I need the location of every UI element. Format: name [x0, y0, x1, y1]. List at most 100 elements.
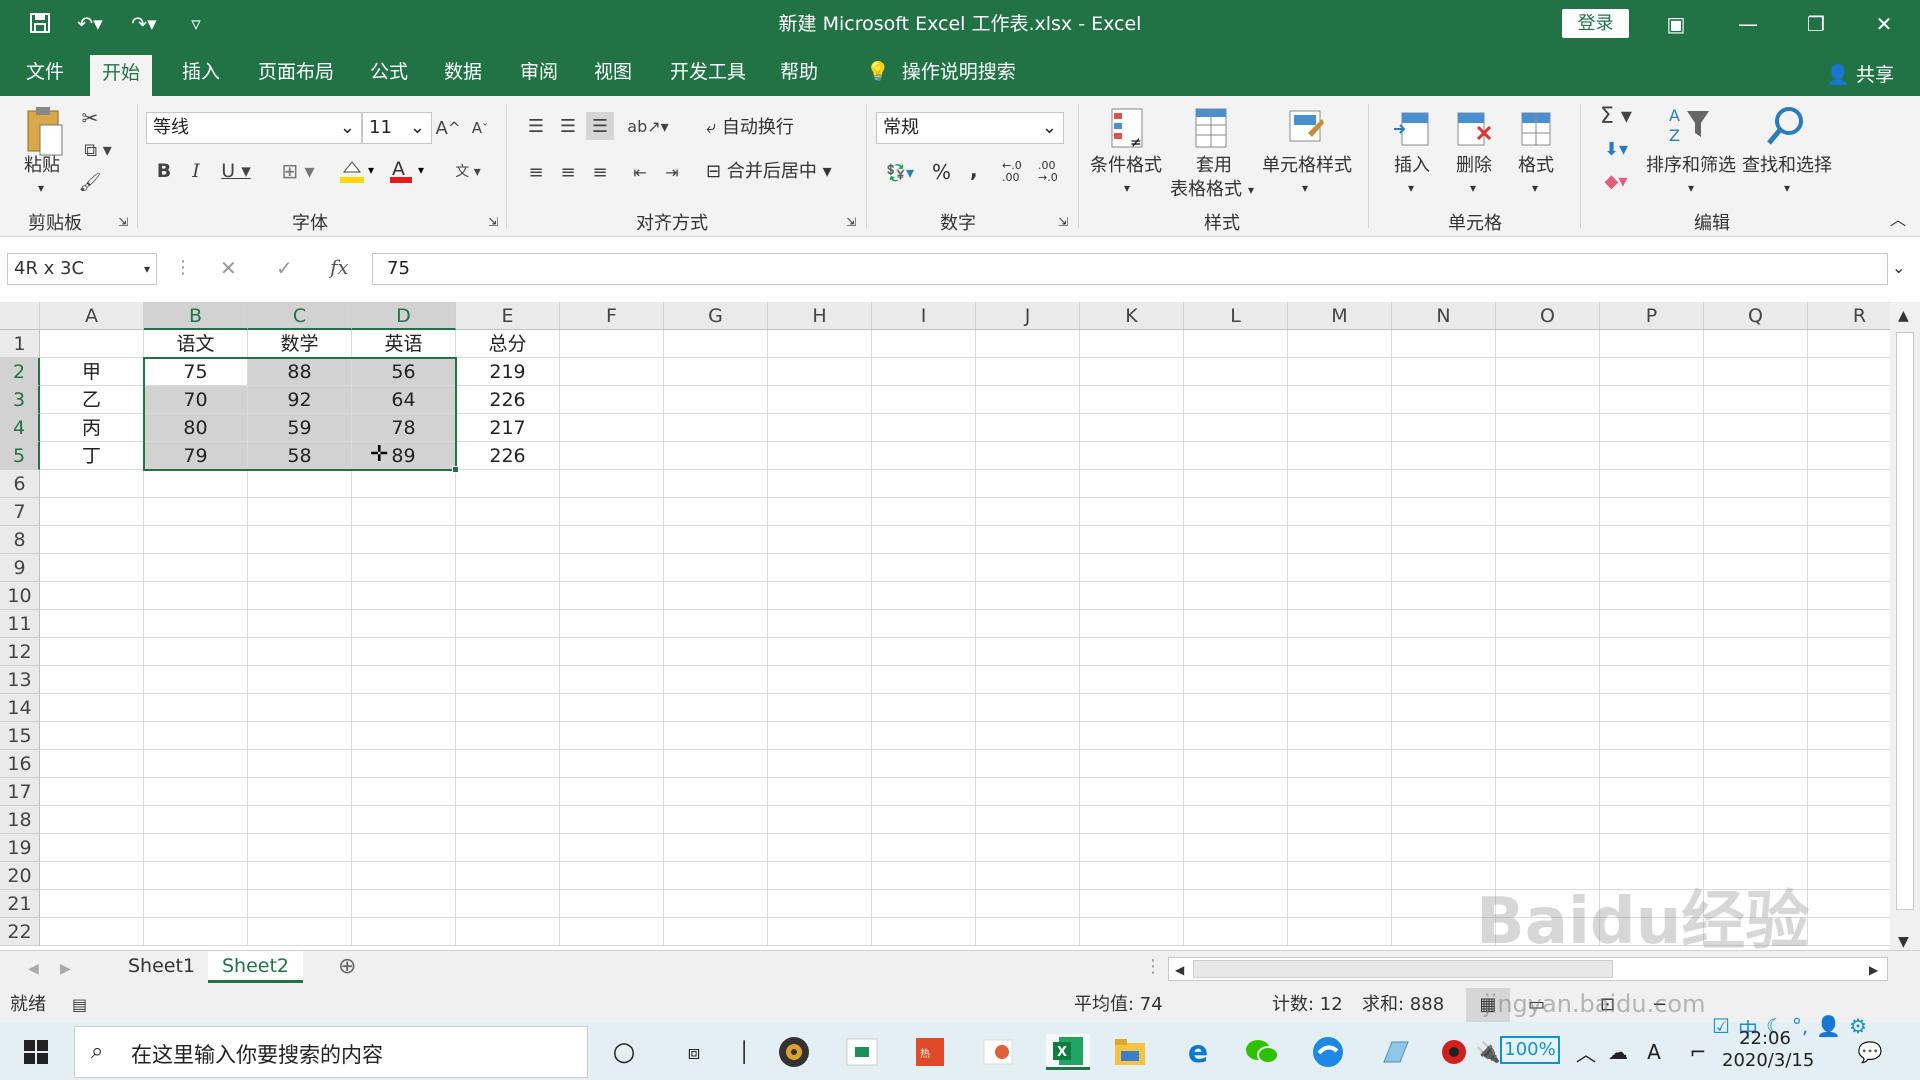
- cell-o19[interactable]: [1496, 834, 1600, 862]
- italic-icon[interactable]: I: [184, 158, 208, 184]
- autosum-icon[interactable]: Σ ▾: [1596, 102, 1636, 130]
- app-icon-red[interactable]: 热: [912, 1034, 948, 1070]
- music-player-icon[interactable]: [776, 1034, 812, 1070]
- cell-a19[interactable]: [40, 834, 144, 862]
- tell-me-search[interactable]: 💡 操作说明搜索: [854, 59, 1028, 96]
- cell-j10[interactable]: [976, 582, 1080, 610]
- cell-i5[interactable]: [872, 442, 976, 470]
- cell-k18[interactable]: [1080, 806, 1184, 834]
- cell-j13[interactable]: [976, 666, 1080, 694]
- cell-q2[interactable]: [1704, 358, 1808, 386]
- cell-i12[interactable]: [872, 638, 976, 666]
- cell-k19[interactable]: [1080, 834, 1184, 862]
- cell-g14[interactable]: [664, 694, 768, 722]
- row-header-16[interactable]: 16: [0, 750, 40, 778]
- login-button[interactable]: 登录: [1562, 9, 1629, 38]
- cell-h17[interactable]: [768, 778, 872, 806]
- row-header-6[interactable]: 6: [0, 470, 40, 498]
- cell-q7[interactable]: [1704, 498, 1808, 526]
- cell-p15[interactable]: [1600, 722, 1704, 750]
- cell-a7[interactable]: [40, 498, 144, 526]
- number-launcher-icon[interactable]: ⇲: [1058, 210, 1068, 234]
- cell-l14[interactable]: [1184, 694, 1288, 722]
- cell-h3[interactable]: [768, 386, 872, 414]
- cell-p8[interactable]: [1600, 526, 1704, 554]
- cell-d14[interactable]: [352, 694, 456, 722]
- accounting-format-icon[interactable]: 💱▾: [878, 158, 922, 186]
- select-all-corner[interactable]: [0, 302, 40, 330]
- cell-l6[interactable]: [1184, 470, 1288, 498]
- cell-h6[interactable]: [768, 470, 872, 498]
- cell-l10[interactable]: [1184, 582, 1288, 610]
- cell-p17[interactable]: [1600, 778, 1704, 806]
- cell-m1[interactable]: [1288, 330, 1392, 358]
- cell-g20[interactable]: [664, 862, 768, 890]
- cell-i10[interactable]: [872, 582, 976, 610]
- cell-i1[interactable]: [872, 330, 976, 358]
- decrease-decimal-button[interactable]: .00 →.0: [1038, 160, 1068, 184]
- cell-f7[interactable]: [560, 498, 664, 526]
- clear-icon[interactable]: ◆▾: [1596, 168, 1636, 194]
- cell-a1[interactable]: [40, 330, 144, 358]
- cell-e5[interactable]: 226: [456, 442, 560, 470]
- align-right-icon[interactable]: ≡: [586, 158, 614, 186]
- cell-l20[interactable]: [1184, 862, 1288, 890]
- cell-j1[interactable]: [976, 330, 1080, 358]
- cell-e10[interactable]: [456, 582, 560, 610]
- chevron-down-icon[interactable]: ▾: [1124, 176, 1130, 200]
- align-top-icon[interactable]: ☰: [522, 112, 550, 140]
- cell-p11[interactable]: [1600, 610, 1704, 638]
- row-header-15[interactable]: 15: [0, 722, 40, 750]
- app-icon-blue[interactable]: [1378, 1034, 1414, 1070]
- cell-a10[interactable]: [40, 582, 144, 610]
- cell-k15[interactable]: [1080, 722, 1184, 750]
- cell-c1[interactable]: 数学: [248, 330, 352, 358]
- cell-i16[interactable]: [872, 750, 976, 778]
- horizontal-scroll-thumb[interactable]: [1193, 960, 1613, 978]
- cell-b11[interactable]: [144, 610, 248, 638]
- cell-n17[interactable]: [1392, 778, 1496, 806]
- cell-p1[interactable]: [1600, 330, 1704, 358]
- cell-e20[interactable]: [456, 862, 560, 890]
- cell-n13[interactable]: [1392, 666, 1496, 694]
- paste-dropdown-icon[interactable]: ▾: [38, 176, 44, 200]
- cell-d17[interactable]: [352, 778, 456, 806]
- cell-j19[interactable]: [976, 834, 1080, 862]
- format-as-table-label-2[interactable]: 表格格式: [1170, 178, 1242, 202]
- cell-f15[interactable]: [560, 722, 664, 750]
- cell-p12[interactable]: [1600, 638, 1704, 666]
- cell-k3[interactable]: [1080, 386, 1184, 414]
- cell-o2[interactable]: [1496, 358, 1600, 386]
- copy-icon[interactable]: ⧉ ▾: [78, 138, 118, 162]
- cell-c21[interactable]: [248, 890, 352, 918]
- cell-k10[interactable]: [1080, 582, 1184, 610]
- cell-h19[interactable]: [768, 834, 872, 862]
- cell-c3[interactable]: 92: [248, 386, 352, 414]
- cell-n9[interactable]: [1392, 554, 1496, 582]
- cell-c8[interactable]: [248, 526, 352, 554]
- cell-b7[interactable]: [144, 498, 248, 526]
- cell-k6[interactable]: [1080, 470, 1184, 498]
- cell-g18[interactable]: [664, 806, 768, 834]
- cell-g2[interactable]: [664, 358, 768, 386]
- cell-m3[interactable]: [1288, 386, 1392, 414]
- row-header-20[interactable]: 20: [0, 862, 40, 890]
- cell-r15[interactable]: [1808, 722, 1890, 750]
- cell-f14[interactable]: [560, 694, 664, 722]
- row-header-13[interactable]: 13: [0, 666, 40, 694]
- cell-a17[interactable]: [40, 778, 144, 806]
- cell-r21[interactable]: [1808, 890, 1890, 918]
- row-header-5[interactable]: 5: [0, 442, 40, 470]
- cell-l12[interactable]: [1184, 638, 1288, 666]
- cell-a6[interactable]: [40, 470, 144, 498]
- cell-b5[interactable]: 79: [144, 442, 248, 470]
- font-a-icon[interactable]: A: [1636, 1034, 1672, 1070]
- cell-n11[interactable]: [1392, 610, 1496, 638]
- cell-d21[interactable]: [352, 890, 456, 918]
- tab-help[interactable]: 帮助: [768, 59, 830, 96]
- cell-a12[interactable]: [40, 638, 144, 666]
- cell-e12[interactable]: [456, 638, 560, 666]
- cell-r12[interactable]: [1808, 638, 1890, 666]
- cell-i17[interactable]: [872, 778, 976, 806]
- worksheet-grid[interactable]: A B C D E F G H I J K L M N O P Q R 1 语文 数学 英语 总分 2 甲 75 88 56 219 3 乙…: [0, 302, 1890, 950]
